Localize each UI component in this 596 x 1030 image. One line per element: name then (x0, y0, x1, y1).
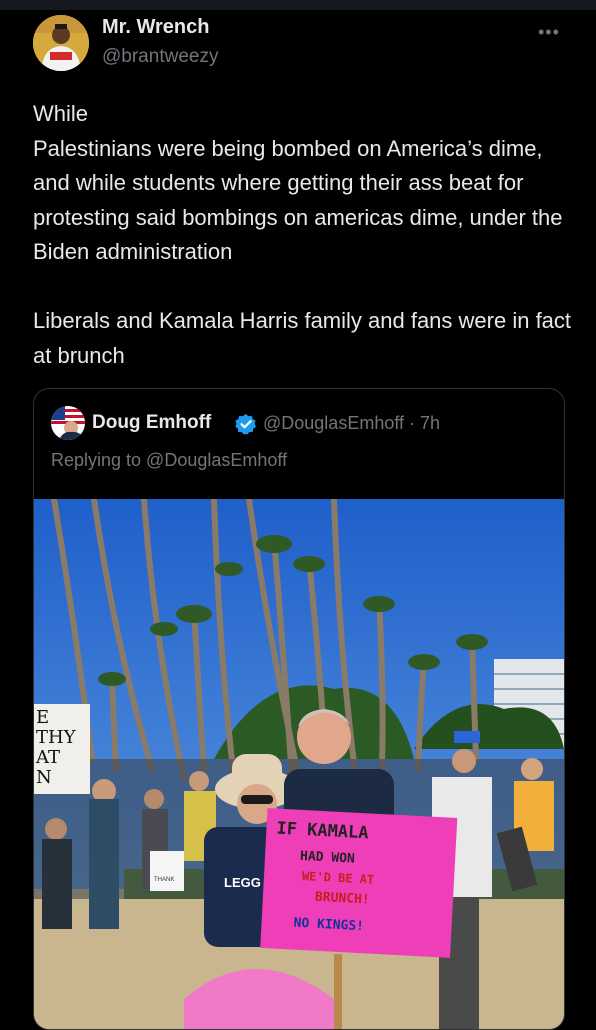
author-handle[interactable]: @brantweezy (102, 46, 218, 68)
top-status-bar (0, 0, 596, 10)
tweet-text: While Palestinians were being bombed on … (33, 101, 572, 368)
left-sign-text: THY (36, 727, 77, 748)
sign-text-line4: BRUNCH! (315, 890, 371, 908)
shirt-text: LEGG (224, 875, 261, 890)
sign-text-line2: HAD WON (300, 849, 356, 867)
quoted-handle-time[interactable]: @DouglasEmhoff · 7h (263, 413, 440, 434)
more-dots-icon[interactable]: ••• (538, 22, 560, 43)
left-sign-text: N (36, 767, 52, 788)
left-sign-text: E (36, 707, 49, 728)
author-avatar[interactable] (33, 15, 89, 71)
left-sign-text: AT (35, 747, 60, 768)
author-display-name[interactable]: Mr. Wrench (102, 16, 209, 39)
quoted-author-avatar[interactable] (51, 406, 85, 440)
quoted-tweet[interactable]: Doug Emhoff @DouglasEmhoff · 7h Replying… (33, 388, 565, 1030)
quoted-display-name[interactable]: Doug Emhoff (92, 412, 211, 434)
small-sign-text: THANK (154, 877, 174, 883)
replying-to[interactable]: Replying to @DouglasEmhoff (51, 450, 287, 471)
verified-badge-icon (235, 414, 256, 435)
quoted-photo[interactable]: E THY AT N THANK LEGG IF KAMALA HAD WON … (34, 499, 564, 1029)
